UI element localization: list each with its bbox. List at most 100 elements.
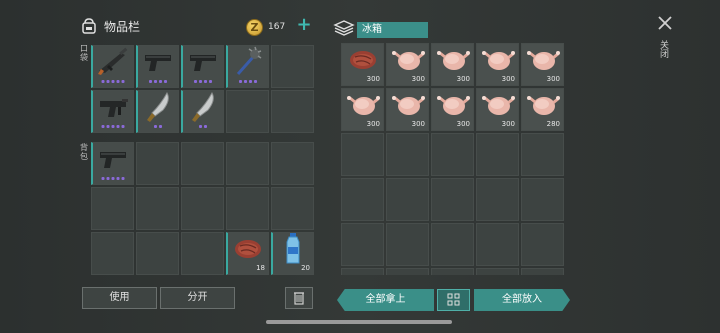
backpack-slot[interactable]	[136, 232, 179, 275]
close-icon[interactable]	[656, 14, 674, 32]
container-slot[interactable]	[521, 268, 564, 275]
take-all-button[interactable]: 全部拿上	[337, 289, 434, 311]
item-quantity: 300	[456, 120, 470, 128]
container-slot[interactable]	[341, 178, 384, 221]
container-slot[interactable]: 300	[431, 88, 474, 131]
container-slot[interactable]	[476, 268, 519, 275]
container-slot[interactable]: 300	[431, 43, 474, 86]
backpack-slot[interactable]	[226, 187, 269, 230]
rarity-dot	[121, 80, 125, 83]
pocket-slot[interactable]	[136, 90, 179, 133]
split-button[interactable]: 分开	[160, 287, 235, 309]
backpack-slot[interactable]	[136, 187, 179, 230]
backpack-slot[interactable]: 18	[226, 232, 269, 275]
pocket-slot[interactable]	[226, 45, 269, 88]
rarity-dots	[154, 125, 162, 128]
pocket-slot[interactable]	[181, 90, 224, 133]
backpack-slot[interactable]	[271, 142, 314, 185]
pocket-slot[interactable]	[271, 45, 314, 88]
backpack-slot[interactable]	[181, 142, 224, 185]
pistol-icon	[142, 49, 174, 79]
container-slot[interactable]	[476, 223, 519, 266]
backpack-slot[interactable]: 20	[271, 232, 314, 275]
backpack-slot[interactable]	[226, 142, 269, 185]
container-grid: 300 300 300 300 300 300 300 300 300 280	[341, 43, 564, 275]
rarity-dot	[116, 80, 120, 83]
chicken-icon	[481, 91, 515, 123]
rarity-dot	[239, 80, 242, 83]
container-slot[interactable]: 280	[521, 88, 564, 131]
inventory-title: 物品栏	[104, 19, 141, 34]
backpack-slot[interactable]	[136, 142, 179, 185]
item-quantity: 18	[256, 264, 265, 272]
chicken-icon	[436, 46, 470, 78]
smg-icon	[96, 93, 130, 125]
add-coins-button[interactable]: +	[296, 16, 312, 34]
rarity-dot	[106, 125, 110, 128]
rarity-dot	[111, 125, 115, 128]
container-slot[interactable]: 300	[476, 88, 519, 131]
trash-icon	[294, 292, 304, 305]
rarity-dot	[199, 80, 202, 83]
container-slot[interactable]	[476, 178, 519, 221]
trash-button[interactable]	[285, 287, 313, 309]
backpack-slot[interactable]	[91, 232, 134, 275]
container-slot[interactable]: 300	[341, 43, 384, 86]
backpack-slot[interactable]	[181, 232, 224, 275]
backpack-slot[interactable]	[181, 187, 224, 230]
pocket-slot[interactable]	[181, 45, 224, 88]
container-slot[interactable]	[521, 223, 564, 266]
sort-button[interactable]	[437, 289, 470, 311]
machete-icon	[188, 90, 218, 128]
container-slot[interactable]: 300	[341, 88, 384, 131]
rarity-dot	[159, 125, 162, 128]
rarity-dots	[199, 125, 207, 128]
rarity-dot	[101, 80, 105, 83]
pocket-slot[interactable]	[91, 90, 134, 133]
container-slot[interactable]	[341, 133, 384, 176]
container-slot[interactable]: 300	[476, 43, 519, 86]
container-slot[interactable]	[521, 133, 564, 176]
item-quantity: 300	[501, 120, 515, 128]
container-slot[interactable]	[341, 268, 384, 275]
backpack-slot[interactable]	[91, 187, 134, 230]
container-slot[interactable]	[386, 223, 429, 266]
water-icon	[283, 232, 303, 270]
chicken-icon	[436, 91, 470, 123]
pocket-slot[interactable]	[271, 90, 314, 133]
rarity-dot	[154, 125, 157, 128]
put-all-button[interactable]: 全部放入	[474, 289, 570, 311]
use-button[interactable]: 使用	[82, 287, 157, 309]
backpack-slot[interactable]	[91, 142, 134, 185]
container-slot[interactable]	[431, 268, 474, 275]
rarity-dots	[239, 80, 257, 83]
container-slot[interactable]: 300	[386, 43, 429, 86]
rarity-dot	[209, 80, 212, 83]
container-slot[interactable]	[521, 178, 564, 221]
container-slot[interactable]	[431, 178, 474, 221]
pistol-icon	[97, 146, 129, 176]
rarity-dot	[106, 177, 110, 180]
container-slot[interactable]	[341, 223, 384, 266]
container-slot[interactable]	[431, 133, 474, 176]
rarity-dot	[121, 177, 125, 180]
container-slot[interactable]	[386, 268, 429, 275]
pocket-label: 口袋	[80, 44, 88, 62]
close-label[interactable]: 关闭	[658, 40, 670, 58]
pocket-grid	[91, 45, 314, 133]
backpack-slot[interactable]	[271, 187, 314, 230]
container-slot[interactable]	[386, 133, 429, 176]
sort-icon	[447, 293, 460, 306]
home-indicator	[266, 320, 452, 324]
container-slot[interactable]: 300	[386, 88, 429, 131]
container-slot[interactable]: 300	[521, 43, 564, 86]
chicken-icon	[346, 91, 380, 123]
rarity-dots	[101, 80, 125, 83]
pocket-slot[interactable]	[91, 45, 134, 88]
container-slot[interactable]	[386, 178, 429, 221]
container-slot[interactable]	[476, 133, 519, 176]
pocket-slot[interactable]	[136, 45, 179, 88]
coin-icon: Z	[246, 19, 263, 36]
pocket-slot[interactable]	[226, 90, 269, 133]
container-slot[interactable]	[431, 223, 474, 266]
